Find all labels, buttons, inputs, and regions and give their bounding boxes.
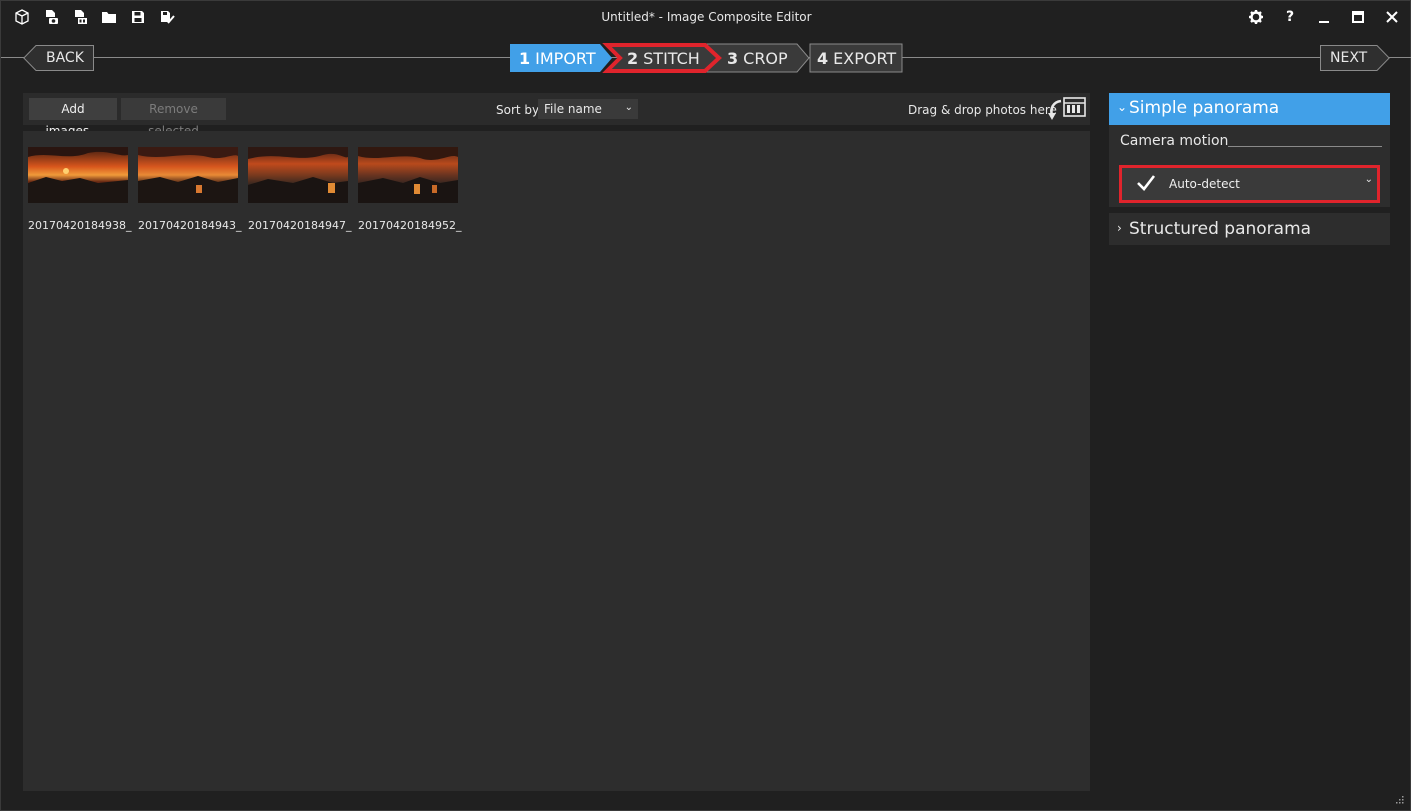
image-thumbnail[interactable]: 20170420184938_... — [28, 147, 132, 232]
window-title: Untitled* - Image Composite Editor — [601, 10, 812, 24]
image-thumbnail[interactable]: 20170420184943_... — [138, 147, 242, 232]
step-export[interactable]: 4 EXPORT — [817, 49, 896, 68]
image-thumbnail[interactable]: 20170420184947_... — [248, 147, 352, 232]
structured-panorama-header[interactable]: › Structured panorama — [1109, 213, 1390, 245]
remove-selected-button[interactable]: Remove selected — [121, 98, 226, 138]
step-import[interactable]: 1 IMPORT — [519, 49, 596, 68]
simple-panorama-header[interactable]: ⌄ Simple panorama — [1109, 93, 1390, 125]
sort-by-select[interactable]: File name ⌄ — [538, 99, 638, 119]
stitch-options-panel: ⌄ Simple panorama Camera motion Auto-det… — [1109, 93, 1390, 245]
minimize-icon[interactable] — [1314, 7, 1334, 27]
thumbnail-image — [358, 147, 458, 203]
resize-grip-icon[interactable] — [1394, 794, 1404, 804]
thumbnail-caption: 20170420184938_... — [28, 219, 132, 232]
maximize-icon[interactable] — [1348, 7, 1368, 27]
thumbnail-image — [138, 147, 238, 203]
app-window: Untitled* - Image Composite Editor ? BAC… — [0, 0, 1411, 811]
camera-motion-divider — [1228, 146, 1382, 147]
import-toolbar: Add images... Remove selected Sort by Fi… — [23, 93, 1090, 138]
window-controls: ? — [1246, 7, 1402, 27]
thumbnail-caption: 20170420184943_... — [138, 219, 242, 232]
simple-panorama-body: Camera motion Auto-detect ⌄ — [1109, 125, 1390, 207]
add-images-button[interactable]: Add images... — [29, 98, 117, 138]
sort-by-label: Sort by — [496, 103, 540, 117]
wizard-steps: 1 IMPORT 2 STITCH 3 CROP 4 EXPORT — [510, 43, 904, 73]
drag-drop-hint: Drag & drop photos here — [908, 103, 1057, 117]
drag-drop-icon — [1047, 96, 1087, 122]
step-crop[interactable]: 3 CROP — [727, 49, 788, 68]
step-stitch[interactable]: 2 STITCH — [627, 49, 700, 68]
camera-motion-label: Camera motion — [1120, 133, 1229, 149]
structured-panorama-title: Structured panorama — [1129, 219, 1312, 239]
back-button-label: BACK — [46, 50, 84, 66]
camera-motion-value: Auto-detect — [1169, 177, 1240, 191]
checkmark-icon — [1137, 175, 1156, 191]
back-button[interactable]: BACK — [23, 45, 94, 71]
camera-motion-select[interactable]: Auto-detect ⌄ — [1119, 165, 1380, 203]
next-button[interactable]: NEXT — [1320, 45, 1390, 71]
help-glyph: ? — [1285, 9, 1295, 25]
thumbnail-image — [28, 147, 128, 203]
next-button-label: NEXT — [1330, 50, 1368, 66]
thumbnail-image — [248, 147, 348, 203]
title-bar: Untitled* - Image Composite Editor ? — [1, 1, 1411, 33]
sort-by-value: File name — [544, 102, 602, 116]
chevron-right-icon: › — [1117, 221, 1122, 235]
simple-panorama-title: Simple panorama — [1129, 98, 1280, 118]
help-icon[interactable]: ? — [1280, 7, 1300, 27]
chevron-down-icon: ⌄ — [1364, 174, 1373, 185]
close-icon[interactable] — [1382, 7, 1402, 27]
settings-gear-icon[interactable] — [1246, 7, 1266, 27]
image-thumbnail[interactable]: 20170420184952_... — [358, 147, 462, 232]
chevron-down-icon: ⌄ — [624, 102, 633, 113]
image-gallery: 20170420184938_... 20170420184943_... 20… — [23, 131, 1090, 791]
wizard-bar: BACK 1 IMPORT 2 STITCH 3 CROP 4 EXPORT NEXT — [1, 43, 1411, 73]
thumbnail-caption: 20170420184947_... — [248, 219, 352, 232]
thumbnail-caption: 20170420184952_... — [358, 219, 462, 232]
chevron-down-icon: ⌄ — [1117, 100, 1128, 114]
